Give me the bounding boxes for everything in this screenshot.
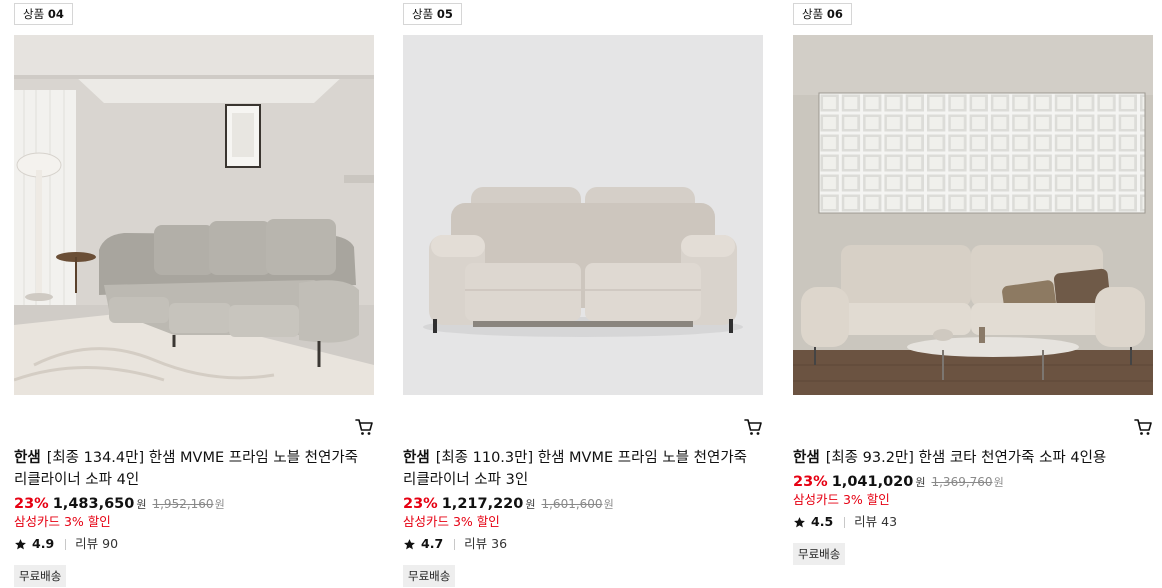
discount-rate: 23%	[403, 496, 438, 512]
original-price-unit: 원	[993, 476, 1004, 489]
card-offer: 삼성카드 3% 할인	[14, 514, 111, 529]
product-title[interactable]: 한샘 [최종 93.2만] 한샘 코타 천연가죽 소파 4인용	[793, 447, 1153, 469]
price-row: 23% 1,483,650 원 1,952,160원	[14, 495, 225, 514]
rank-prefix: 상품	[23, 7, 45, 21]
rank-tag: 상품 06	[793, 3, 852, 25]
cart-icon	[1134, 419, 1152, 435]
discount-rate: 23%	[14, 496, 49, 512]
sale-price: 1,217,220	[441, 496, 524, 512]
rating-score: 4.5	[811, 514, 834, 529]
original-price: 1,601,600	[541, 497, 603, 511]
star-icon	[794, 516, 805, 527]
rating-row: 4.5 리뷰 43	[793, 514, 897, 530]
rank-number: 06	[826, 7, 843, 21]
product-card[interactable]: 상품 04 한샘 [최종 134.4만] 한샘 MVME 프라임 노블 천연가죽…	[14, 0, 374, 588]
brand-name: 한샘	[403, 450, 430, 466]
rank-tag: 상품 05	[403, 3, 462, 25]
card-offer: 삼성카드 3% 할인	[793, 492, 890, 507]
product-image[interactable]	[793, 35, 1153, 395]
product-card[interactable]: 상품 05 한샘 [최종 110.3만] 한샘 MVME 프라임 노블 천연가죽…	[403, 0, 763, 588]
rating-score: 4.7	[421, 536, 444, 551]
star-icon	[404, 538, 415, 549]
rating-row: 4.9 리뷰 90	[14, 536, 118, 552]
product-card[interactable]: 상품 06 한샘 [최종 93.2만] 한샘 코타 천연가죽 소파 4인용 23…	[793, 0, 1153, 588]
free-shipping-badge: 무료배송	[403, 565, 456, 587]
add-to-cart-button[interactable]	[743, 417, 763, 437]
rank-tag: 상품 04	[14, 3, 73, 25]
cart-icon	[744, 419, 762, 435]
product-name: [최종 134.4만] 한샘 MVME 프라임 노블 천연가죽 리클라이너 소파…	[14, 450, 359, 488]
product-name: [최종 93.2만] 한샘 코타 천연가죽 소파 4인용	[825, 450, 1107, 466]
free-shipping-badge: 무료배송	[14, 565, 67, 587]
sale-price: 1,483,650	[52, 496, 135, 512]
original-price-unit: 원	[214, 498, 225, 511]
rating-score: 4.9	[32, 536, 55, 551]
sale-price: 1,041,020	[831, 474, 914, 490]
add-to-cart-button[interactable]	[354, 417, 374, 437]
product-name: [최종 110.3만] 한샘 MVME 프라임 노블 천연가죽 리클라이너 소파…	[403, 450, 748, 488]
brand-name: 한샘	[14, 450, 41, 466]
divider	[454, 538, 456, 550]
original-price-unit: 원	[603, 498, 614, 511]
card-offer: 삼성카드 3% 할인	[403, 514, 500, 529]
product-image[interactable]	[14, 35, 374, 395]
rank-prefix: 상품	[412, 7, 434, 21]
review-count: 리뷰 43	[854, 514, 898, 529]
rank-prefix: 상품	[802, 7, 824, 21]
brand-name: 한샘	[793, 450, 820, 466]
review-count: 리뷰 90	[75, 536, 119, 551]
product-grid: 상품 04 한샘 [최종 134.4만] 한샘 MVME 프라임 노블 천연가죽…	[0, 0, 1162, 588]
review-count: 리뷰 36	[464, 536, 508, 551]
product-image[interactable]	[403, 35, 763, 395]
rank-number: 04	[47, 7, 64, 21]
add-to-cart-button[interactable]	[1133, 417, 1153, 437]
rank-number: 05	[436, 7, 453, 21]
original-price: 1,952,160	[152, 497, 214, 511]
product-title[interactable]: 한샘 [최종 134.4만] 한샘 MVME 프라임 노블 천연가죽 리클라이너 …	[14, 447, 374, 491]
rating-row: 4.7 리뷰 36	[403, 536, 507, 552]
price-row: 23% 1,041,020 원 1,369,760원	[793, 473, 1004, 492]
price-unit: 원	[136, 498, 147, 511]
divider	[844, 516, 846, 528]
original-price: 1,369,760	[931, 475, 993, 489]
price-unit: 원	[915, 476, 926, 489]
divider	[65, 538, 67, 550]
discount-rate: 23%	[793, 474, 828, 490]
price-row: 23% 1,217,220 원 1,601,600원	[403, 495, 614, 514]
price-unit: 원	[525, 498, 536, 511]
cart-icon	[355, 419, 373, 435]
product-title[interactable]: 한샘 [최종 110.3만] 한샘 MVME 프라임 노블 천연가죽 리클라이너 …	[403, 447, 763, 491]
free-shipping-badge: 무료배송	[793, 543, 846, 565]
star-icon	[15, 538, 26, 549]
